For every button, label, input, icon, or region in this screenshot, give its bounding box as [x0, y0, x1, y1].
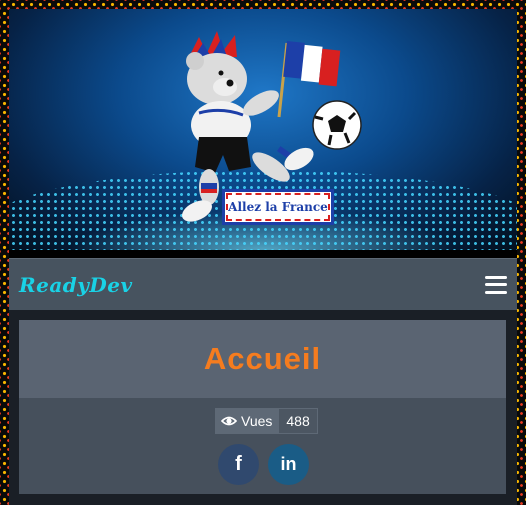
views-count: 488 — [278, 408, 318, 434]
page-title: Accueil — [203, 341, 322, 376]
facebook-share-button[interactable]: f — [218, 444, 259, 485]
page-title-panel: Accueil — [19, 320, 506, 398]
views-counter: Vues 488 — [215, 408, 318, 434]
views-label-badge: Vues — [215, 408, 279, 434]
eye-icon — [221, 416, 237, 426]
menu-icon[interactable] — [485, 275, 507, 294]
views-label: Vues — [241, 413, 273, 429]
brand-logo[interactable]: ReadyDev — [19, 273, 133, 297]
header-banner: Allez la France — [9, 9, 517, 250]
linkedin-icon: in — [280, 454, 297, 474]
main-content: Accueil Vues 488 f in — [9, 310, 517, 505]
page-wrapper: Allez la France ReadyDev Accueil Vues 48… — [9, 9, 517, 505]
allez-la-france-sign: Allez la France — [222, 189, 334, 225]
facebook-icon: f — [235, 453, 242, 475]
main-navbar: ReadyDev — [9, 258, 517, 310]
social-share-buttons: f in — [218, 444, 309, 485]
linkedin-share-button[interactable]: in — [268, 444, 309, 485]
page-meta-panel: Vues 488 f in — [19, 398, 506, 494]
